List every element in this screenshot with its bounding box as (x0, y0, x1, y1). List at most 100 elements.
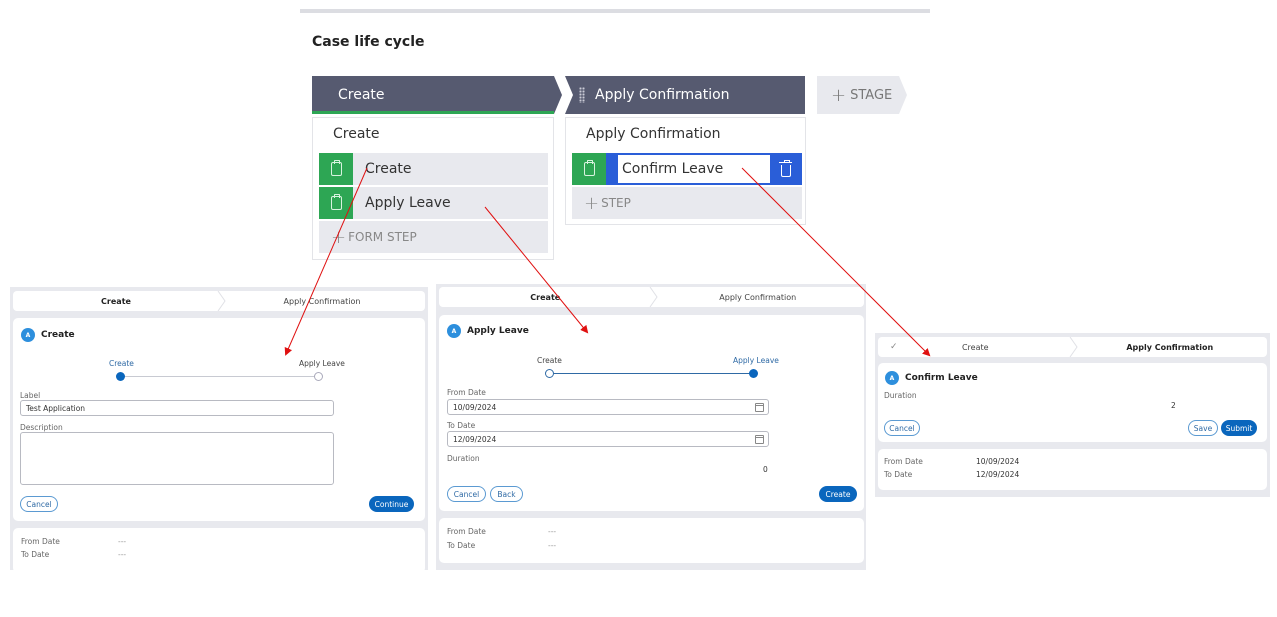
plus-icon: + (584, 192, 600, 214)
summary-value: --- (548, 541, 557, 550)
summary-card: From Date --- To Date --- (13, 528, 425, 573)
add-step-label: FORM STEP (348, 230, 417, 244)
submit-button[interactable]: Submit (1221, 420, 1257, 436)
step-name-input[interactable]: Confirm Leave (618, 155, 770, 183)
summary-label: From Date (447, 527, 486, 536)
chevron-separator-icon (217, 291, 226, 311)
clipboard-icon (583, 160, 595, 176)
label-input[interactable]: Test Application (20, 400, 334, 416)
drag-handle-icon[interactable] (579, 87, 585, 103)
summary-value: --- (548, 527, 557, 536)
progress-track (121, 376, 319, 377)
form-title: A Create (21, 328, 75, 342)
breadcrumb-apply-confirmation[interactable]: Apply Confirmation (219, 297, 425, 306)
back-button[interactable]: Back (490, 486, 523, 502)
step-create[interactable]: Create (319, 153, 548, 185)
breadcrumb-apply-confirmation[interactable]: Apply Confirmation (1073, 343, 1268, 352)
save-button[interactable]: Save (1188, 420, 1218, 436)
summary-label: To Date (21, 550, 50, 559)
avatar: A (21, 328, 35, 342)
progress-dot-current (116, 372, 125, 381)
step-icon-box (319, 153, 353, 185)
avatar: A (885, 371, 899, 385)
add-step-label: STEP (601, 196, 631, 210)
summary-value: --- (118, 537, 127, 546)
breadcrumb-create[interactable]: Create (878, 343, 1073, 352)
breadcrumb-create[interactable]: Create (439, 293, 652, 302)
progress-dot-current (749, 369, 758, 378)
stage-complete-bar (312, 111, 554, 114)
continue-button[interactable]: Continue (369, 496, 414, 512)
summary-label: To Date (884, 470, 913, 479)
progress-step-apply-leave: Apply Leave (299, 359, 345, 368)
add-form-step-button[interactable]: + FORM STEP (319, 221, 548, 253)
plus-icon: + (831, 84, 847, 106)
description-textarea[interactable] (20, 432, 334, 485)
summary-card: From Date 10/09/2024 To Date 12/09/2024 (878, 449, 1267, 490)
form-title: A Apply Leave (447, 324, 529, 338)
to-date-input[interactable]: 12/09/2024 (447, 431, 769, 447)
case-life-cycle-title: Case life cycle (312, 34, 425, 50)
form-title-text: Confirm Leave (905, 373, 978, 383)
add-step-button[interactable]: + STEP (572, 187, 802, 219)
step-apply-leave[interactable]: Apply Leave (319, 187, 548, 219)
summary-label: To Date (447, 541, 476, 550)
cancel-button[interactable]: Cancel (20, 496, 58, 512)
process-heading[interactable]: Create (333, 126, 380, 142)
chevron-separator-icon (1069, 337, 1078, 357)
step-confirm-leave[interactable]: Confirm Leave (572, 153, 802, 185)
label-field-label: Label (20, 391, 41, 400)
from-date-input[interactable]: 10/09/2024 (447, 399, 769, 415)
to-date-label: To Date (447, 421, 476, 430)
process-heading[interactable]: Apply Confirmation (586, 126, 721, 142)
progress-step-apply-leave: Apply Leave (733, 356, 779, 365)
step-icon-box (319, 187, 353, 219)
step-icon-box (572, 153, 606, 185)
breadcrumb-apply-confirmation[interactable]: Apply Confirmation (652, 293, 865, 302)
summary-value: 10/09/2024 (976, 457, 1020, 466)
stage-breadcrumb: Create Apply Confirmation (439, 287, 864, 307)
from-date-value: 10/09/2024 (453, 402, 497, 412)
step-label: Apply Leave (365, 195, 451, 211)
stage-apply-confirmation[interactable]: Apply Confirmation (565, 76, 805, 114)
stage-column-create: Create Create Apply Leave + FORM STEP (312, 117, 554, 260)
avatar: A (447, 324, 461, 338)
selection-gap (606, 153, 618, 185)
form-title-text: Apply Leave (467, 326, 529, 336)
delete-step-button[interactable] (770, 153, 802, 185)
stage-create[interactable]: Create (312, 76, 562, 114)
summary-card: From Date --- To Date --- (439, 518, 864, 563)
from-date-label: From Date (447, 388, 486, 397)
stage-label: Apply Confirmation (595, 87, 730, 103)
summary-value: --- (118, 550, 127, 559)
cancel-button[interactable]: Cancel (447, 486, 486, 502)
progress-step-create: Create (537, 356, 562, 365)
stage-label: Create (338, 87, 385, 103)
plus-icon: + (331, 226, 347, 248)
confirm-leave-form-panel: ✓ Create Apply Confirmation A Confirm Le… (875, 333, 1270, 497)
create-form-panel: Create Apply Confirmation A Create Creat… (10, 287, 428, 573)
progress-step-create: Create (109, 359, 134, 368)
summary-label: From Date (21, 537, 60, 546)
calendar-icon[interactable] (755, 435, 764, 444)
progress-track (550, 373, 754, 374)
summary-value: 12/09/2024 (976, 470, 1020, 479)
apply-leave-form-panel: Create Apply Confirmation A Apply Leave … (436, 284, 866, 570)
to-date-value: 12/09/2024 (453, 434, 497, 444)
breadcrumb-create[interactable]: Create (13, 297, 219, 306)
chevron-separator-icon (649, 287, 658, 307)
description-field-label: Description (20, 423, 63, 432)
calendar-icon[interactable] (755, 403, 764, 412)
cancel-button[interactable]: Cancel (884, 420, 920, 436)
form-card: A Confirm Leave Duration 2 Cancel Save S… (878, 363, 1267, 442)
add-stage-button[interactable]: + STAGE (817, 76, 907, 114)
add-stage-label: STAGE (850, 87, 893, 103)
create-button[interactable]: Create (819, 486, 857, 502)
top-divider (300, 9, 930, 13)
form-card: A Create Create Apply Leave Label Test A… (13, 318, 425, 521)
duration-label: Duration (884, 391, 917, 400)
form-title: A Confirm Leave (885, 371, 978, 385)
clipboard-icon (330, 160, 342, 176)
clipboard-icon (330, 194, 342, 210)
form-title-text: Create (41, 330, 75, 340)
